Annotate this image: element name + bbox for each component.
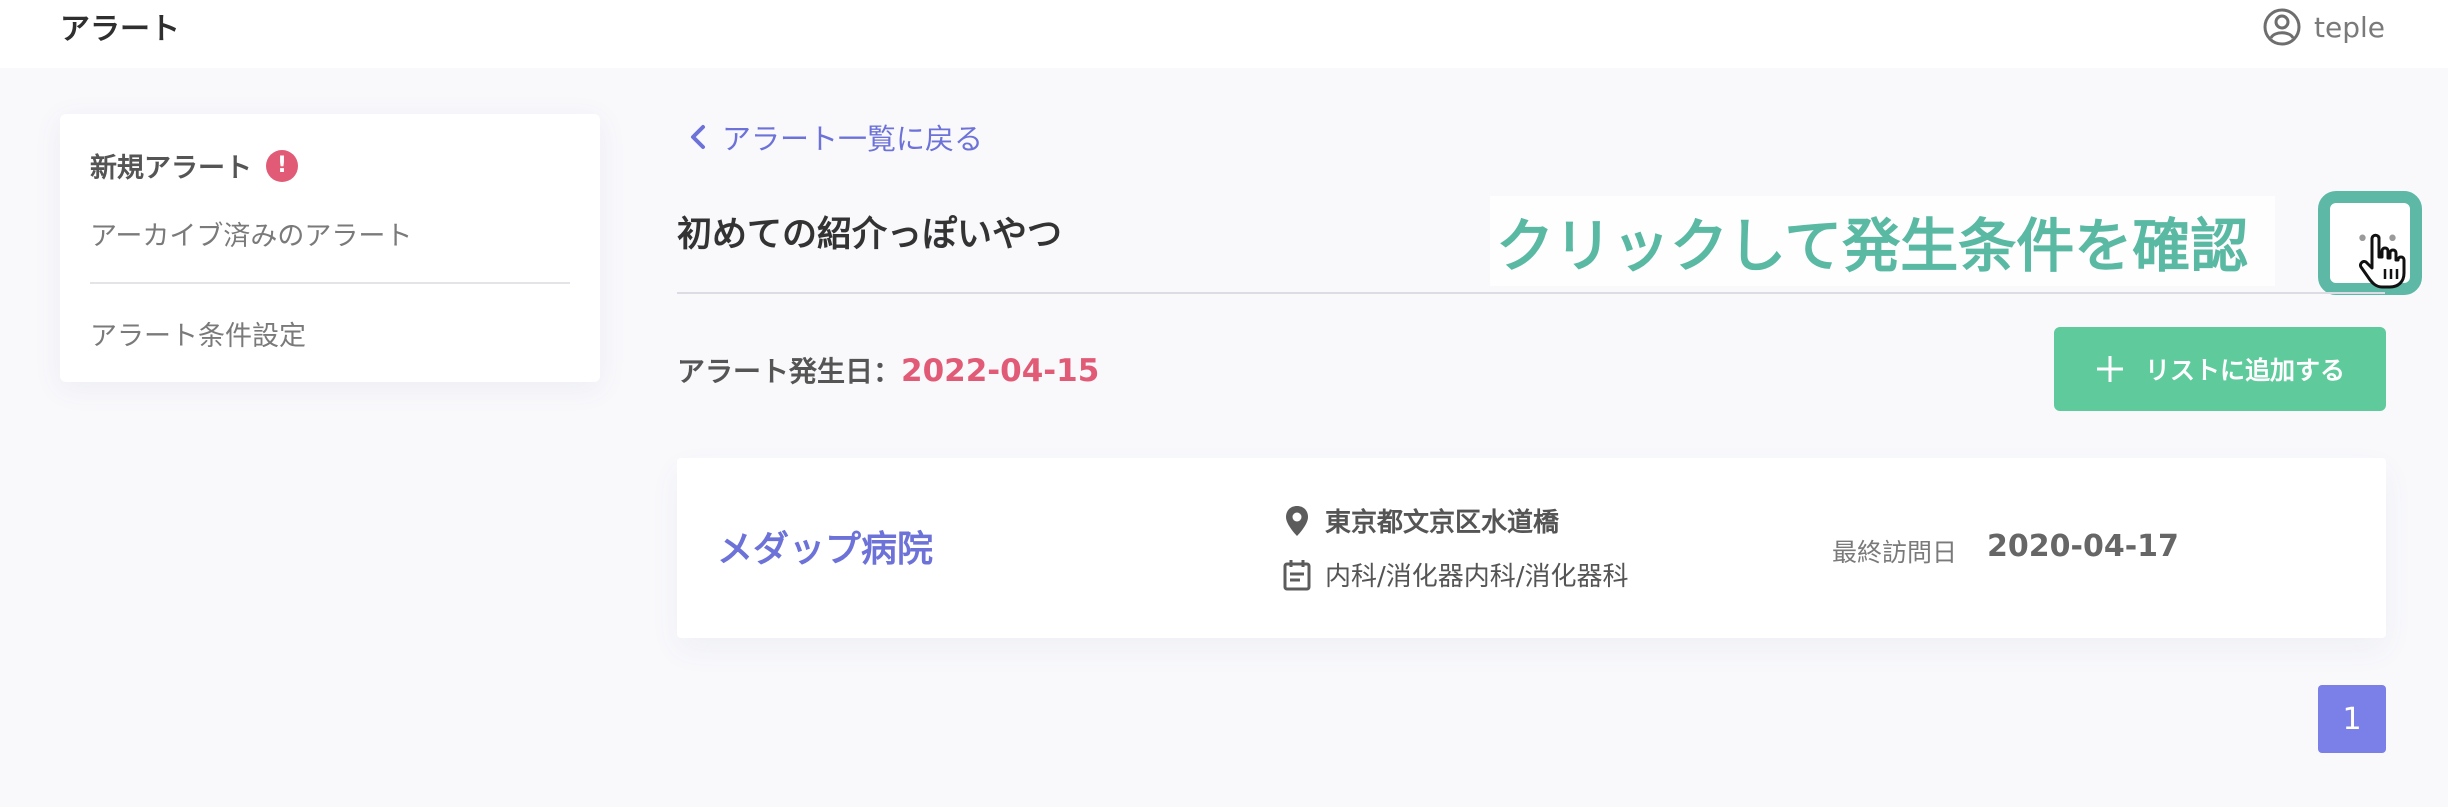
- calendar-icon: [1283, 559, 1311, 590]
- back-link-label: アラート一覧に戻る: [722, 122, 984, 156]
- more-options-button[interactable]: •••: [2318, 191, 2422, 295]
- hospital-name-link[interactable]: メダップ病院: [717, 520, 933, 572]
- alert-title: 初めての紹介っぽいやつ: [677, 215, 1063, 255]
- department-row: 内科/消化器内科/消化器科: [1281, 556, 1629, 593]
- alert-date-value: 2022-04-15: [901, 353, 1100, 389]
- top-bar: アラート teple: [0, 0, 2448, 68]
- location-row: 東京都文京区水道橋: [1281, 502, 1559, 539]
- back-link[interactable]: アラート一覧に戻る: [688, 116, 983, 158]
- add-to-list-button[interactable]: リストに追加する: [2054, 327, 2386, 411]
- add-to-list-label: リストに追加する: [2144, 356, 2345, 385]
- callout-annotation: クリックして発生条件を確認: [1490, 196, 2275, 286]
- plus-icon: [2096, 356, 2123, 382]
- user-name: teple: [2314, 10, 2385, 44]
- result-card: メダップ病院 東京都文京区水道橋 内科/消化器内科/消化器科 最終訪問日 202…: [677, 458, 2386, 638]
- sidebar-item-settings[interactable]: アラート条件設定: [90, 314, 306, 353]
- sidebar-item-archived[interactable]: アーカイブ済みのアラート: [90, 214, 412, 253]
- sidebar-divider: [90, 282, 570, 284]
- exclamation-icon: !: [266, 149, 298, 182]
- user-menu[interactable]: teple: [2262, 7, 2385, 47]
- last-visit-date: 2020-04-17: [1987, 529, 2179, 564]
- map-pin-icon: [1286, 505, 1308, 536]
- app-title: アラート: [60, 12, 180, 47]
- user-icon: [2263, 8, 2301, 46]
- last-visit-label: 最終訪問日: [1832, 538, 1958, 567]
- chevron-left-icon: [691, 125, 705, 149]
- pointer-hand-icon: [2359, 233, 2406, 289]
- alert-date-row: アラート発生日：2022-04-15: [677, 350, 1099, 390]
- title-divider: [677, 292, 2385, 294]
- department-text: 内科/消化器内科/消化器科: [1325, 562, 1629, 592]
- pagination-page-button[interactable]: 1: [2318, 685, 2386, 753]
- sidebar-item-label: 新規アラート: [90, 153, 252, 184]
- alert-date-label: アラート発生日：: [677, 355, 902, 388]
- sidebar-item-new-alerts[interactable]: 新規アラート !: [90, 146, 298, 185]
- location-text: 東京都文京区水道橋: [1325, 508, 1560, 538]
- sidebar: 新規アラート ! アーカイブ済みのアラート アラート条件設定: [60, 114, 600, 382]
